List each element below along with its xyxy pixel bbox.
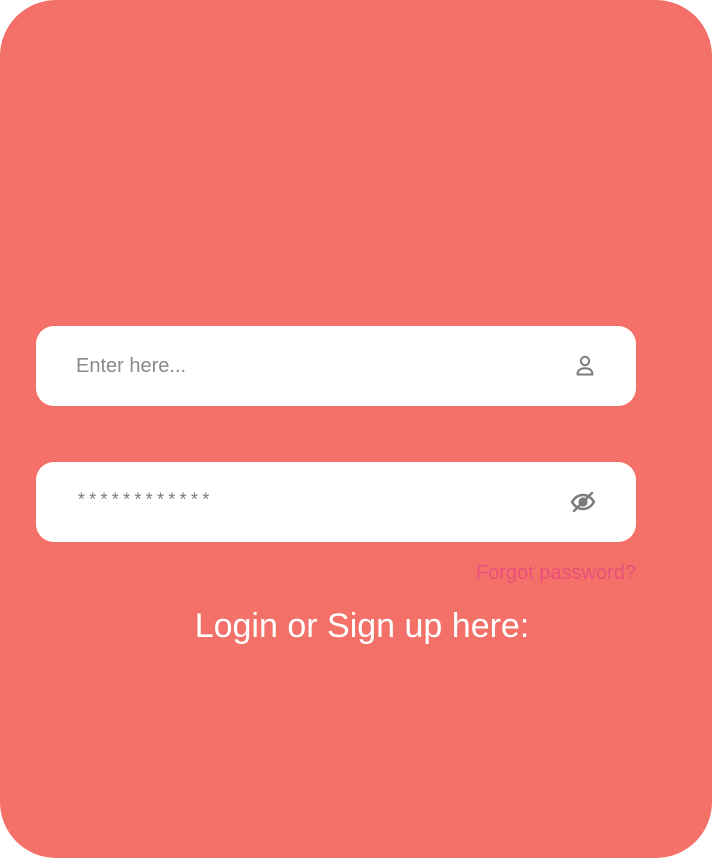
username-field[interactable] (36, 326, 636, 406)
password-field[interactable]: ************ (36, 462, 636, 542)
username-input[interactable] (76, 326, 536, 406)
login-card: ************ Forgot password? Login or S… (0, 0, 712, 858)
forgot-password-link[interactable]: Forgot password? (476, 562, 636, 585)
password-input[interactable]: ************ (76, 462, 212, 542)
user-icon (576, 355, 594, 376)
eye-off-icon[interactable] (569, 488, 597, 516)
login-signup-heading: Login or Sign up here: (194, 607, 530, 645)
